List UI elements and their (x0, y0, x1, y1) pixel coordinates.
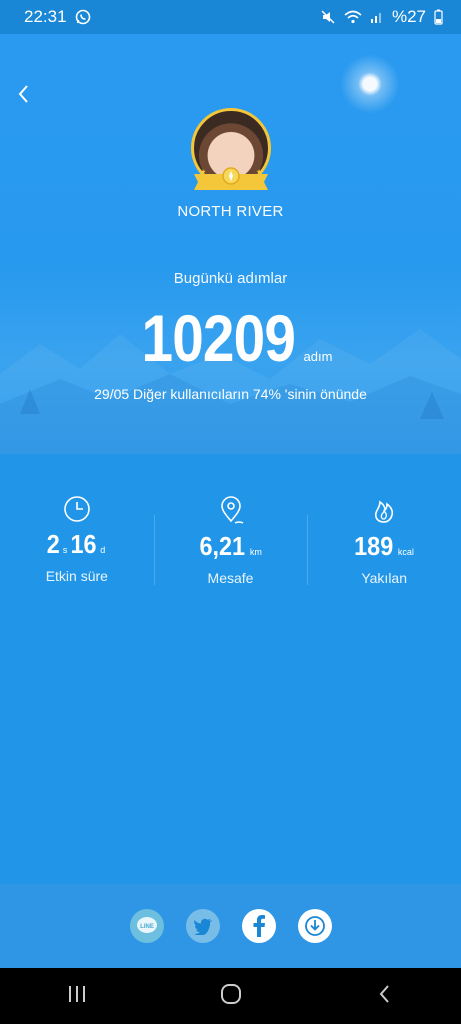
calories-unit: kcal (397, 547, 414, 557)
home-button[interactable] (219, 982, 243, 1011)
chevron-left-icon (18, 85, 28, 103)
back-arrow-icon (379, 984, 389, 1003)
step-count-unit: adım (303, 349, 333, 364)
clock-icon (64, 496, 90, 522)
today-steps-label: Bugünkü adımlar (173, 270, 288, 287)
calories-value: 189 (354, 531, 394, 561)
active-hours: 2 (47, 529, 61, 559)
active-time-label: Etkin süre (45, 568, 108, 584)
status-bar: 22:31 %27 (0, 0, 461, 34)
distance-stat: 6,21 km Mesafe (153, 495, 308, 595)
system-nav-bar (0, 968, 461, 1024)
step-count-value: 10209 (141, 301, 295, 375)
share-twitter-button[interactable] (185, 909, 220, 943)
download-button[interactable] (297, 909, 332, 943)
active-minutes: 16 (70, 529, 97, 559)
mute-icon (321, 10, 335, 24)
active-minutes-unit: d (100, 545, 106, 555)
home-icon (221, 983, 242, 1004)
share-line-button[interactable]: LINE (129, 909, 164, 943)
line-icon: LINE (136, 917, 157, 933)
sun-decoration (340, 54, 400, 114)
signal-icon (370, 13, 381, 23)
profile-name: NORTH RIVER (177, 203, 284, 220)
svg-text:★: ★ (200, 168, 206, 176)
active-hours-unit: s (62, 545, 68, 555)
line-icon-label: LINE (140, 924, 154, 930)
location-pin-icon (220, 496, 243, 524)
system-back-button[interactable] (375, 983, 395, 1010)
calories-label: Yakılan (361, 570, 408, 586)
active-time-stat: 2 s 16 d Etkin süre (0, 495, 154, 595)
badge-ribbon-icon: ★ ★ (194, 167, 268, 190)
share-bar: LINE (0, 884, 461, 968)
svg-text:★: ★ (256, 168, 262, 176)
stats-row: 2 s 16 d Etkin süre 6,21 km Mesafe 189 kcal Y… (0, 495, 461, 595)
back-button[interactable] (14, 82, 34, 106)
twitter-icon (193, 918, 212, 935)
download-icon (304, 916, 325, 936)
distance-unit: km (249, 547, 262, 557)
share-facebook-button[interactable] (241, 909, 276, 943)
calories-stat: 189 kcal Yakılan (307, 495, 461, 595)
distance-label: Mesafe (207, 570, 254, 586)
battery-icon (434, 9, 443, 25)
avatar[interactable]: ★ ★ (186, 108, 276, 198)
wifi-icon (344, 10, 362, 24)
status-time: 22:31 (24, 7, 67, 26)
step-count: 10209 adım (0, 300, 461, 376)
battery-percent: %27 (391, 7, 426, 26)
recent-apps-icon (68, 985, 85, 1002)
distance-value: 6,21 (199, 531, 246, 561)
facebook-icon (253, 915, 265, 937)
flame-icon (375, 500, 394, 523)
recent-apps-button[interactable] (66, 984, 88, 1009)
rank-text: 29/05 Diğer kullanıcıların 74% 'sinin ön… (94, 386, 367, 402)
whatsapp-icon (75, 9, 90, 25)
